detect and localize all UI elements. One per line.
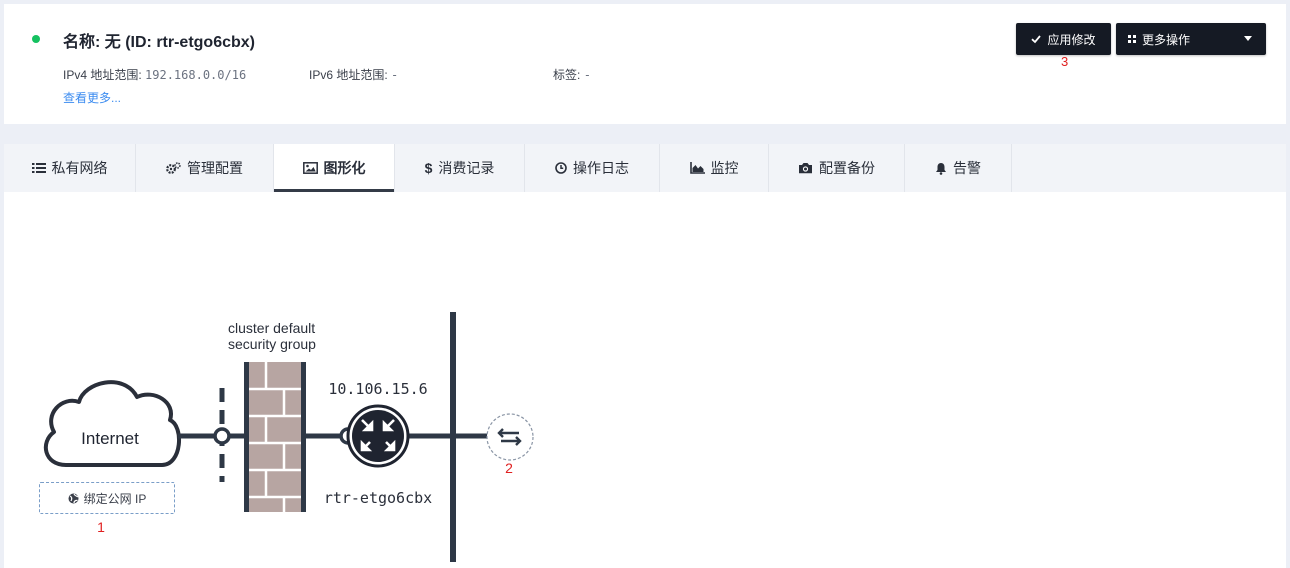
tags-label: 标签: [553, 68, 581, 82]
status-indicator-dot [32, 35, 40, 43]
tab-label: 配置备份 [819, 160, 875, 176]
list-icon [31, 163, 46, 173]
tab-label: 监控 [710, 160, 739, 176]
router-icon[interactable] [346, 404, 410, 468]
internet-cloud-icon[interactable]: Internet [43, 380, 182, 467]
ipv6-value: - [391, 68, 399, 82]
tags: 标签: - [553, 66, 591, 83]
tab-alerts[interactable]: 告警 [905, 144, 1012, 192]
gears-icon [166, 161, 181, 174]
grid-icon [1128, 35, 1136, 43]
connect-vpc-button[interactable] [486, 413, 534, 461]
security-group-firewall-icon[interactable] [244, 362, 306, 512]
more-actions-dropdown[interactable]: 更多操作 [1116, 23, 1266, 55]
tab-label: 操作日志 [573, 160, 629, 176]
clock-icon [555, 162, 567, 174]
topology-canvas: Internet cluster default security group … [4, 192, 1286, 568]
check-icon [1031, 35, 1042, 44]
internet-label: Internet [81, 429, 139, 448]
bind-public-ip-button[interactable]: 绑定公网 IP [39, 482, 175, 514]
security-group-label-line1: cluster default [228, 320, 315, 336]
tab-label: 消费记录 [438, 160, 495, 176]
tab-management-config[interactable]: 管理配置 [136, 144, 274, 192]
ipv4-range: IPv4 地址范围: 192.168.0.0/16 [63, 66, 246, 83]
marker-2: 2 [505, 460, 513, 476]
tab-label: 私有网络 [51, 160, 108, 176]
ipv6-label: IPv6 地址范围: [309, 68, 388, 82]
tab-billing-records[interactable]: $ 消费记录 [395, 144, 525, 192]
apply-changes-button[interactable]: 应用修改 [1016, 23, 1111, 55]
topology-diagram: Internet cluster default security group … [43, 312, 534, 562]
bind-public-ip-label: 绑定公网 IP [83, 491, 147, 506]
ipv4-label: IPv4 地址范围: [63, 68, 142, 82]
tab-label: 管理配置 [187, 160, 243, 176]
globe-icon [68, 493, 79, 503]
tags-value: - [583, 68, 591, 82]
resource-header: 名称: 无 (ID: rtr-etgo6cbx) IPv4 地址范围: 192.… [4, 4, 1286, 124]
ipv4-value: 192.168.0.0/16 [145, 68, 247, 82]
router-ip-label: 10.106.15.6 [328, 380, 427, 398]
page-title: 名称: 无 (ID: rtr-etgo6cbx) [63, 34, 256, 51]
security-group-label-line2: security group [228, 336, 316, 352]
apply-changes-label: 应用修改 [1047, 32, 1096, 47]
bell-icon [936, 162, 946, 175]
camera-icon [799, 163, 812, 174]
tab-graphical[interactable]: 图形化 [274, 144, 395, 192]
tab-monitoring[interactable]: 监控 [660, 144, 769, 192]
marker-3: 3 [1061, 54, 1069, 69]
marker-1: 1 [97, 519, 105, 535]
see-more-link[interactable]: 查看更多... [63, 89, 121, 106]
tab-operation-logs[interactable]: 操作日志 [525, 144, 660, 192]
more-actions-label: 更多操作 [1142, 32, 1191, 47]
eip-port-node[interactable] [213, 427, 231, 445]
tab-bar: 私有网络 管理配置 图形化 $ 消费记录 操作日志 监控 配置备份 告警 [4, 144, 1286, 192]
image-icon [302, 162, 318, 174]
tab-private-network[interactable]: 私有网络 [4, 144, 136, 192]
area-chart-icon [689, 162, 705, 174]
tab-label: 告警 [953, 160, 981, 176]
router-id-label: rtr-etgo6cbx [324, 489, 432, 507]
dollar-icon: $ [424, 160, 433, 176]
chevron-down-icon [1244, 36, 1252, 41]
tab-label: 图形化 [323, 160, 366, 176]
ipv6-range: IPv6 地址范围: - [309, 66, 398, 83]
tab-config-backup[interactable]: 配置备份 [769, 144, 905, 192]
